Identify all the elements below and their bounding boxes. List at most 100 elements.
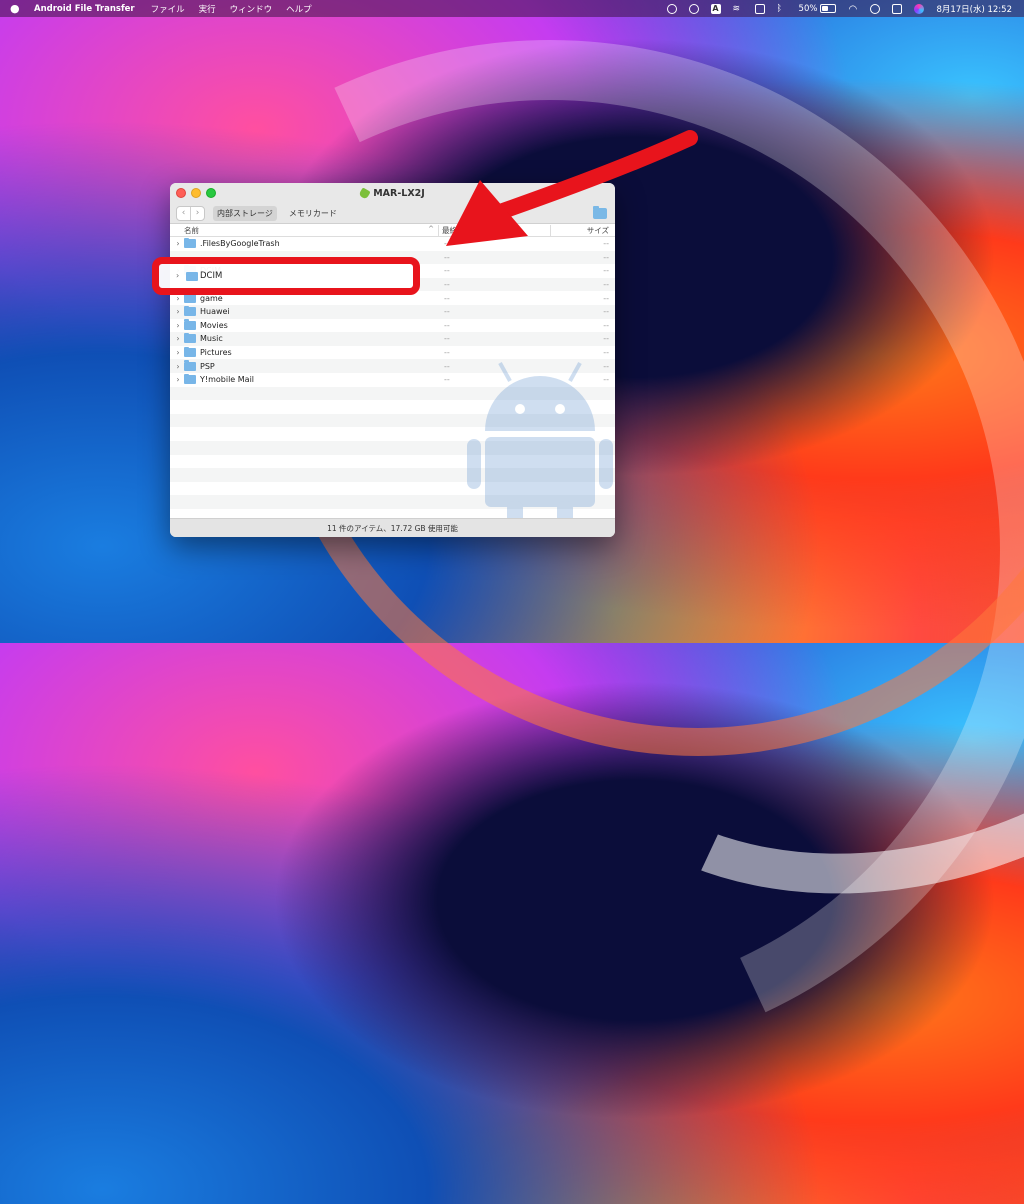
wifi-icon[interactable]: ◠ [848, 4, 858, 15]
file-transfer-window: MAR-LX2J ‹ › 内部ストレージ メモリカード 名前 ^ 最終更新日 サイ… [170, 183, 615, 537]
folder-icon [184, 305, 196, 317]
file-name: PSP [200, 361, 215, 371]
empty-row [170, 482, 615, 496]
file-name: game [200, 293, 223, 303]
empty-row [170, 455, 615, 469]
file-size: -- [603, 307, 609, 317]
menubar-clock[interactable]: 8月17日(水) 12:52 [936, 3, 1012, 15]
file-size: -- [603, 320, 609, 330]
control-center-icon[interactable] [892, 3, 903, 14]
empty-row [170, 413, 615, 428]
bluetooth-icon[interactable]: ᛒ [777, 4, 787, 14]
new-folder-icon[interactable] [593, 205, 607, 219]
file-row[interactable]: › Music -- -- [170, 332, 615, 346]
file-name: .FilesByGoogleTrash [200, 239, 280, 249]
file-name: Movies [200, 320, 228, 330]
file-name: Pictures [200, 348, 232, 358]
play-icon[interactable] [688, 3, 699, 14]
file-size: -- [603, 375, 609, 385]
chevron-right-icon[interactable]: › [172, 239, 184, 248]
file-size: -- [603, 239, 609, 249]
folder-icon [184, 264, 196, 276]
empty-row [170, 400, 615, 414]
title-bar[interactable]: MAR-LX2J [170, 183, 615, 203]
chevron-right-icon[interactable]: › [172, 334, 184, 343]
folder-icon [184, 360, 196, 371]
file-size: -- [603, 361, 609, 371]
siri-icon[interactable] [914, 3, 925, 14]
back-button[interactable]: ‹ [177, 207, 190, 220]
chevron-right-icon[interactable]: › [172, 294, 184, 303]
file-date: -- [444, 375, 450, 385]
menu-file[interactable]: ファイル [151, 3, 185, 15]
file-date: -- [444, 361, 450, 371]
folder-icon [184, 332, 196, 344]
file-date: -- [444, 334, 450, 344]
input-source-icon[interactable]: A [710, 3, 721, 14]
folder-icon [184, 319, 196, 330]
file-size: -- [603, 252, 609, 262]
file-date: -- [444, 252, 450, 262]
airplay-icon[interactable] [754, 3, 765, 14]
file-row[interactable]: › game -- -- [170, 291, 615, 305]
file-row[interactable]: › DCIM -- -- [170, 264, 615, 278]
accessibility-icon[interactable] [666, 3, 677, 14]
file-row[interactable]: › Pictures -- -- [170, 346, 615, 360]
device-name: MAR-LX2J [373, 187, 425, 199]
status-bar: 11 件のアイテム、17.72 GB 使用可能 [170, 518, 615, 537]
wifi-off-icon[interactable]: ≋ [733, 4, 743, 14]
folder-icon [184, 346, 196, 358]
empty-row [170, 468, 615, 482]
file-row[interactable]: › Huawei -- -- [170, 304, 615, 319]
file-row[interactable]: › Y!mobile Mail -- -- [170, 373, 615, 387]
file-list: › .FilesByGoogleTrash -- -- -- -- › DCIM -- -- -- -… [170, 237, 615, 518]
toolbar: ‹ › 内部ストレージ メモリカード [170, 203, 615, 224]
column-header: 名前 ^ 最終更新日 サイズ [170, 224, 615, 237]
column-name-label: 名前 [184, 225, 199, 235]
forward-button[interactable]: › [190, 206, 204, 220]
app-menu[interactable]: Android File Transfer [34, 4, 135, 14]
file-row[interactable]: › PSP -- -- [170, 359, 615, 373]
file-row[interactable]: › Movies -- -- [170, 319, 615, 333]
file-name: Music [200, 334, 223, 344]
column-size[interactable]: サイズ [550, 224, 615, 236]
file-name: Huawei [200, 307, 230, 317]
file-size: -- [603, 293, 609, 303]
file-name: DCIM [200, 266, 222, 276]
chevron-right-icon[interactable]: › [172, 375, 184, 384]
apple-menu-icon[interactable]: ● [10, 3, 20, 14]
chevron-right-icon[interactable]: › [172, 266, 184, 275]
file-size: -- [603, 280, 609, 290]
file-row[interactable]: -- -- [170, 250, 615, 265]
column-name[interactable]: 名前 ^ [170, 225, 438, 236]
menu-go[interactable]: 実行 [199, 3, 216, 15]
file-size: -- [603, 334, 609, 344]
folder-icon [184, 373, 196, 385]
empty-row [170, 495, 615, 509]
chevron-right-icon[interactable]: › [172, 362, 184, 371]
chevron-right-icon[interactable]: › [172, 348, 184, 357]
tab-internal-storage[interactable]: 内部ストレージ [213, 205, 277, 221]
column-date[interactable]: 最終更新日 [438, 224, 550, 236]
battery-status[interactable]: 50% [799, 4, 837, 14]
file-date: -- [444, 280, 450, 290]
battery-percent: 50% [798, 3, 818, 14]
chevron-right-icon[interactable]: › [172, 307, 184, 316]
file-date: -- [444, 307, 450, 317]
file-row[interactable]: -- -- [170, 277, 615, 292]
window-title: MAR-LX2J [170, 186, 615, 200]
menu-help[interactable]: ヘルプ [286, 3, 312, 15]
tab-memory-card[interactable]: メモリカード [285, 206, 341, 221]
menu-window[interactable]: ウィンドウ [230, 3, 273, 15]
file-date: -- [444, 348, 450, 358]
battery-fill [822, 6, 829, 11]
nav-buttons: ‹ › [176, 205, 205, 221]
battery-icon [820, 4, 837, 13]
folder-icon [184, 237, 196, 249]
file-row[interactable]: › .FilesByGoogleTrash -- -- [170, 237, 615, 251]
file-name: Y!mobile Mail [200, 375, 255, 385]
file-date: -- [444, 293, 450, 303]
spotlight-search-icon[interactable] [870, 3, 881, 14]
empty-row [170, 440, 615, 455]
chevron-right-icon[interactable]: › [172, 321, 184, 330]
